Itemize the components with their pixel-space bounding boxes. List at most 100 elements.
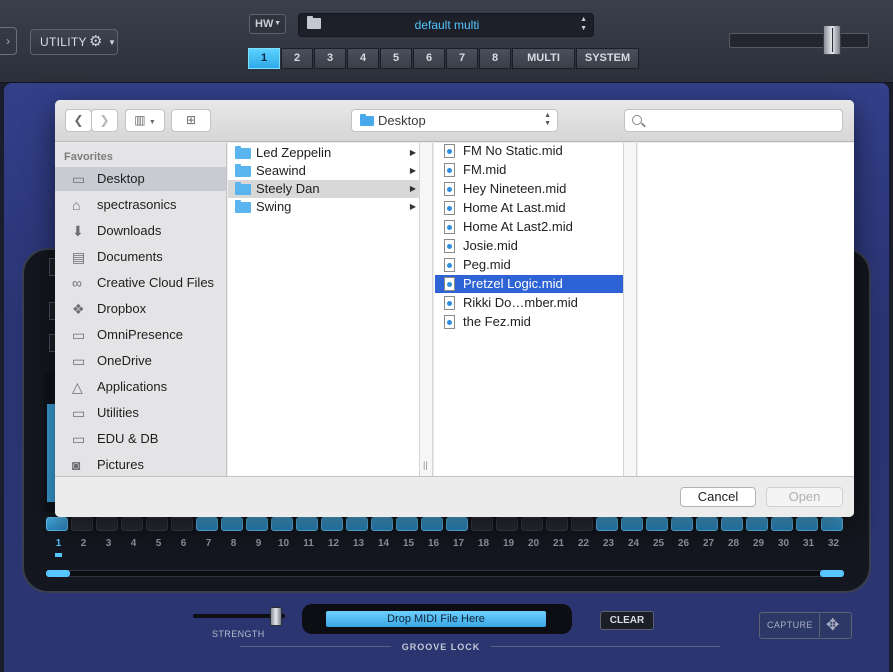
- step-pad[interactable]: [771, 517, 793, 531]
- part-button-4[interactable]: 4: [347, 48, 379, 69]
- column-resizer[interactable]: ||: [420, 143, 433, 476]
- step-pad[interactable]: [96, 517, 118, 531]
- step-pad[interactable]: [371, 517, 393, 531]
- hardware-menu-button[interactable]: HW ▼: [249, 14, 286, 34]
- sidebar-item-applications[interactable]: △ Applications: [55, 375, 226, 399]
- sidebar-item-desktop[interactable]: ▭ Desktop: [55, 167, 226, 191]
- step-pad[interactable]: [746, 517, 768, 531]
- step-number: 30: [777, 538, 790, 549]
- step-pad[interactable]: [146, 517, 168, 531]
- sidebar-item-documents[interactable]: ▤ Documents: [55, 245, 226, 269]
- file-list-item[interactable]: the Fez.mid: [435, 313, 623, 331]
- step-pad[interactable]: [221, 517, 243, 531]
- step-pad[interactable]: [396, 517, 418, 531]
- file-list-item[interactable]: Hey Nineteen.mid: [435, 180, 623, 198]
- file-list-item[interactable]: Peg.mid: [435, 256, 623, 274]
- master-volume-handle[interactable]: [822, 25, 841, 55]
- step-pad[interactable]: [471, 517, 493, 531]
- folder-list-item[interactable]: Led Zeppelin ▶: [228, 144, 420, 162]
- file-list-item[interactable]: Home At Last.mid: [435, 199, 623, 217]
- file-list-item[interactable]: FM No Static.mid: [435, 142, 623, 160]
- sidebar-item-edu-db[interactable]: ▭ EDU & DB: [55, 427, 226, 451]
- step-pad[interactable]: [621, 517, 643, 531]
- folder-list-item[interactable]: Steely Dan ▶: [228, 180, 420, 198]
- step-pad[interactable]: [46, 517, 68, 531]
- step-pad[interactable]: [571, 517, 593, 531]
- step-pad[interactable]: [521, 517, 543, 531]
- step-pad[interactable]: [596, 517, 618, 531]
- file-name: Josie.mid: [463, 238, 518, 253]
- back-button[interactable]: ❮: [65, 109, 92, 132]
- step-pad[interactable]: [696, 517, 718, 531]
- file-list-item[interactable]: Rikki Do…mber.mid: [435, 294, 623, 312]
- sidebar-item-downloads[interactable]: ⬇ Downloads: [55, 219, 226, 243]
- step-pad[interactable]: [246, 517, 268, 531]
- clear-button[interactable]: CLEAR: [600, 611, 654, 630]
- column-resizer[interactable]: [624, 143, 637, 476]
- step-pad[interactable]: [321, 517, 343, 531]
- part-button-2[interactable]: 2: [281, 48, 313, 69]
- view-mode-button[interactable]: ▥ ▼: [125, 109, 165, 132]
- utility-menu-button[interactable]: UTILITY ⚙ ▼: [30, 29, 118, 55]
- step-pad[interactable]: [546, 517, 568, 531]
- part-button-1[interactable]: 1: [248, 48, 280, 69]
- file-list-item[interactable]: Home At Last2.mid: [435, 218, 623, 236]
- step-pad[interactable]: [671, 517, 693, 531]
- search-input[interactable]: [647, 112, 837, 129]
- step-range-rail[interactable]: [46, 570, 844, 577]
- range-end-handle[interactable]: [820, 570, 844, 577]
- folder-list-item[interactable]: Seawind ▶: [228, 162, 420, 180]
- step-pad[interactable]: [71, 517, 93, 531]
- part-button-6[interactable]: 6: [413, 48, 445, 69]
- sidebar-item-label: Dropbox: [97, 301, 147, 316]
- search-field[interactable]: [624, 109, 843, 132]
- file-list-item[interactable]: Josie.mid: [435, 237, 623, 255]
- step-pad[interactable]: [646, 517, 668, 531]
- sidebar-item-onedrive[interactable]: ▭ OneDrive: [55, 349, 226, 373]
- cancel-button[interactable]: Cancel: [680, 487, 756, 507]
- file-name: FM No Static.mid: [463, 143, 563, 158]
- step-pad[interactable]: [446, 517, 468, 531]
- step-pad[interactable]: [721, 517, 743, 531]
- up-down-arrows-icon[interactable]: ▲ ▼: [580, 15, 587, 33]
- location-popup[interactable]: Desktop ▲ ▼: [351, 109, 558, 132]
- midi-drop-label[interactable]: Drop MIDI File Here: [326, 611, 546, 627]
- step-pad[interactable]: [196, 517, 218, 531]
- sidebar-item-creative-cloud-files[interactable]: ∞ Creative Cloud Files: [55, 271, 226, 295]
- folder-list-item[interactable]: Swing ▶: [228, 198, 420, 216]
- step-pad[interactable]: [821, 517, 843, 531]
- sidebar-item-dropbox[interactable]: ❖ Dropbox: [55, 297, 226, 321]
- sidebar-item-omnipresence[interactable]: ▭ OmniPresence: [55, 323, 226, 347]
- strength-slider-handle[interactable]: [270, 607, 283, 626]
- step-pad[interactable]: [496, 517, 518, 531]
- multi-preset-selector[interactable]: default multi ▲ ▼: [298, 13, 594, 37]
- part-button-5[interactable]: 5: [380, 48, 412, 69]
- master-volume-track[interactable]: [729, 33, 869, 48]
- sidebar-item-pictures[interactable]: ◙ Pictures: [55, 453, 226, 476]
- system-button[interactable]: SYSTEM: [576, 48, 639, 69]
- part-button-3[interactable]: 3: [314, 48, 346, 69]
- part-button-8[interactable]: 8: [479, 48, 511, 69]
- step-pad[interactable]: [271, 517, 293, 531]
- step-pad[interactable]: [346, 517, 368, 531]
- range-start-handle[interactable]: [46, 570, 70, 577]
- file-list-item[interactable]: FM.mid: [435, 161, 623, 179]
- open-button[interactable]: Open: [766, 487, 843, 507]
- step-pad[interactable]: [296, 517, 318, 531]
- part-button-7[interactable]: 7: [446, 48, 478, 69]
- midi-file-icon: [444, 182, 455, 196]
- step-pad[interactable]: [121, 517, 143, 531]
- sidebar-item-utilities[interactable]: ▭ Utilities: [55, 401, 226, 425]
- dialog-toolbar: ❮ ❯ ▥ ▼ ⊞ Desktop ▲ ▼: [55, 100, 854, 142]
- multi-button[interactable]: MULTI: [512, 48, 575, 69]
- new-folder-button[interactable]: ⊞: [171, 109, 211, 132]
- file-list-item[interactable]: Pretzel Logic.mid: [435, 275, 623, 293]
- sidebar-item-spectrasonics[interactable]: ⌂ spectrasonics: [55, 193, 226, 217]
- step-pad[interactable]: [421, 517, 443, 531]
- chevron-down-icon: ▼: [274, 20, 281, 27]
- forward-button[interactable]: ❯: [91, 109, 118, 132]
- step-pad[interactable]: [171, 517, 193, 531]
- step-pad[interactable]: [796, 517, 818, 531]
- drag-move-icon[interactable]: ✥: [826, 615, 839, 635]
- side-panel-toggle[interactable]: ›: [0, 27, 17, 55]
